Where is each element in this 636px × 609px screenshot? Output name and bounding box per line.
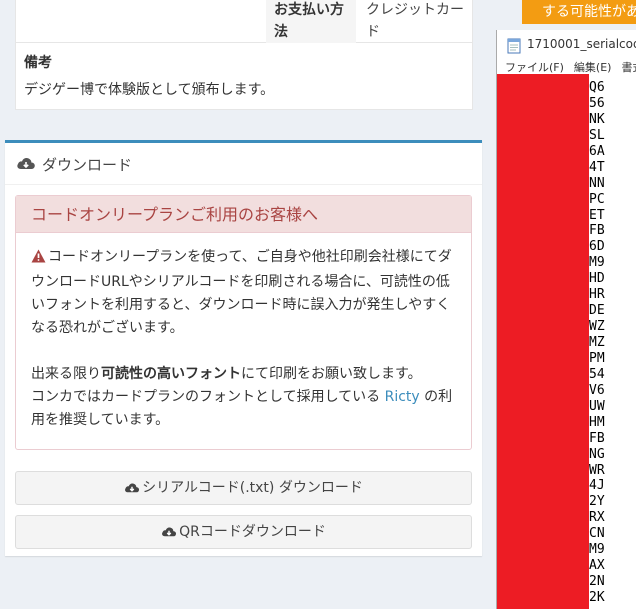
serial-code-line: HR — [589, 287, 605, 303]
serial-code-line: HD — [589, 271, 605, 287]
cloud-download-icon — [16, 155, 36, 175]
serial-code-line: HM — [589, 414, 605, 430]
notepad-window: 1710001_serialcode.txt ファイル(F) 編集(E) 書式 Q6… — [496, 30, 636, 609]
serial-code-line: Q6 — [589, 80, 605, 95]
serial-code-line: 4T — [589, 159, 605, 175]
cloud-download-icon — [124, 474, 140, 506]
notes-text: デジゲー博で体験版として頒布します。 — [24, 82, 275, 98]
payment-label: お支払い方法 — [266, 0, 356, 43]
alert-paragraph-3-pre: コンカではカードプランのフォントとして採用している — [31, 389, 385, 405]
serial-code-line: NG — [589, 446, 605, 462]
serial-code-line: 2Y — [589, 494, 605, 510]
serial-code-line: 4J — [589, 478, 605, 494]
serial-code-line: WZ — [589, 319, 605, 335]
serial-code-line: PC — [589, 191, 605, 207]
code-only-plan-alert: コードオンリープランご利用のお客様へ コードオンリープランを使って、ご自身や他社… — [15, 195, 472, 450]
serial-code-line: CN — [589, 526, 605, 542]
serial-code-list[interactable]: Q6 56 NK SL 6A 4T NN PC ET FB 6D M9 HD HR DE WZ MZ PM 54 V6… — [589, 80, 605, 606]
serial-code-line: NN — [589, 175, 605, 191]
ricty-link[interactable]: Ricty — [385, 389, 420, 405]
serial-code-line: FB — [589, 223, 605, 239]
serial-code-line: RX — [589, 510, 605, 526]
qr-code-download-label: QRコードダウンロード — [179, 524, 326, 540]
serial-code-line: ET — [589, 207, 605, 223]
notes-label: 備考 — [24, 55, 52, 71]
download-box-header: ダウンロード — [5, 143, 482, 185]
serial-code-line: 2N — [589, 574, 605, 590]
cloud-download-icon — [161, 518, 177, 550]
alert-paragraph-1-text: コードオンリープランを使って、ご自身や他社印刷会社様にてダウンロードURLやシリ… — [31, 249, 452, 336]
redaction-block — [497, 74, 589, 609]
alert-paragraph-3: コンカではカードプランのフォントとして採用している Ricty の利用を推奨して… — [31, 386, 461, 432]
notepad-title: 1710001_serialcode.txt — [527, 37, 636, 51]
payment-value: クレジットカード — [366, 2, 464, 40]
serial-code-line: 54 — [589, 366, 605, 382]
serial-code-line: M9 — [589, 255, 605, 271]
serial-code-download-button[interactable]: シリアルコード(.txt) ダウンロード — [15, 471, 472, 505]
download-box-title: ダウンロード — [42, 156, 133, 174]
alert-paragraph-1: コードオンリープランを使って、ご自身や他社印刷会社様にてダウンロードURLやシリ… — [31, 246, 461, 340]
serial-code-line: FB — [589, 430, 605, 446]
serial-code-line: M9 — [589, 542, 605, 558]
serial-code-line: UW — [589, 398, 605, 414]
serial-code-line: PM — [589, 350, 605, 366]
notepad-titlebar[interactable]: 1710001_serialcode.txt — [497, 30, 636, 58]
serial-code-line: V6 — [589, 382, 605, 398]
serial-code-line: 56 — [589, 95, 605, 111]
alert-body: コードオンリープランを使って、ご自身や他社印刷会社様にてダウンロードURLやシリ… — [31, 246, 461, 432]
serial-code-line: AX — [589, 558, 605, 574]
warning-banner: する可能性があ — [522, 0, 636, 24]
alert-paragraph-2-bold: 可読性の高いフォント — [101, 366, 241, 382]
serial-code-line: WR — [589, 462, 605, 478]
serial-code-line: NK — [589, 111, 605, 127]
order-info-panel: お支払い方法 クレジットカード 備考 デジゲー博で体験版として頒布します。 — [15, 0, 473, 110]
alert-paragraph-2-pre: 出来る限り — [31, 366, 101, 382]
serial-code-line: 6D — [589, 239, 605, 255]
menu-file[interactable]: ファイル(F) — [505, 61, 564, 74]
serial-code-line: 2K — [589, 590, 605, 605]
serial-code-download-label: シリアルコード(.txt) ダウンロード — [142, 480, 363, 496]
alert-paragraph-2: 出来る限り可読性の高いフォントにて印刷をお願い致します。 — [31, 363, 461, 386]
serial-code-line: SL — [589, 127, 605, 143]
payment-row: お支払い方法 クレジットカード — [16, 0, 472, 43]
serial-code-line: DE — [589, 303, 605, 319]
menu-edit[interactable]: 編集(E) — [574, 61, 612, 74]
menu-format[interactable]: 書式 — [621, 61, 636, 74]
alert-paragraph-2-post: にて印刷をお願い致します。 — [241, 366, 422, 382]
qr-code-download-button[interactable]: QRコードダウンロード — [15, 515, 472, 549]
warning-icon — [31, 248, 46, 271]
alert-heading: コードオンリープランご利用のお客様へ — [16, 196, 471, 233]
serial-code-line: 6A — [589, 143, 605, 159]
download-box: ダウンロード コードオンリープランご利用のお客様へ コードオンリープランを使って… — [5, 140, 482, 556]
serial-code-line: MZ — [589, 335, 605, 350]
